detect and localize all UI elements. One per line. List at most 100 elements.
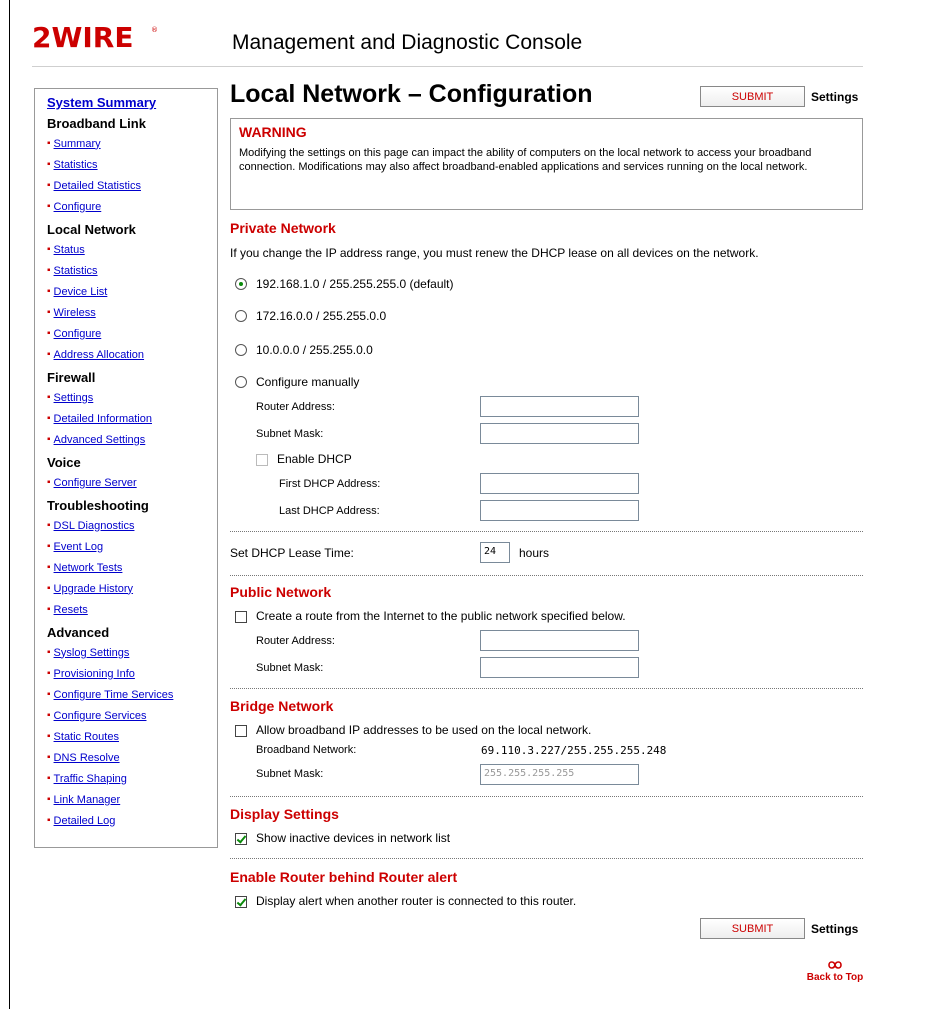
bullet-icon: ▪ xyxy=(47,413,51,424)
public-network-checkbox-label: Create a route from the Internet to the … xyxy=(256,609,626,623)
sidebar-section-title: Local Network xyxy=(47,222,136,237)
sidebar-link[interactable]: Statistics xyxy=(54,265,98,277)
bullet-icon: ▪ xyxy=(47,265,51,276)
bullet-icon: ▪ xyxy=(47,328,51,339)
bullet-icon: ▪ xyxy=(47,349,51,360)
first-dhcp-input[interactable] xyxy=(480,473,639,494)
bullet-icon: ▪ xyxy=(47,392,51,403)
radio-label-192-168-1-0: 192.168.1.0 / 255.255.255.0 (default) xyxy=(256,277,454,291)
router-address-input[interactable] xyxy=(480,396,639,417)
sidebar-link[interactable]: Link Manager xyxy=(54,794,121,806)
sidebar-item: ▪ Address Allocation xyxy=(47,344,217,365)
svg-text:2WIRE: 2WIRE xyxy=(32,22,133,52)
bridge-network-checkbox[interactable] xyxy=(235,725,247,737)
sidebar-link[interactable]: Wireless xyxy=(54,307,96,319)
sidebar-item: ▪ DSL Diagnostics xyxy=(47,515,217,536)
back-to-top-link[interactable]: Back to Top xyxy=(806,960,864,983)
section-divider xyxy=(230,575,863,576)
first-dhcp-label: First DHCP Address: xyxy=(279,478,381,490)
sidebar-link[interactable]: Upgrade History xyxy=(54,583,133,595)
sidebar-link[interactable]: Settings xyxy=(54,392,94,404)
public-subnet-mask-label: Subnet Mask: xyxy=(256,662,324,674)
section-divider xyxy=(230,688,863,689)
warning-text: Modifying the settings on this page can … xyxy=(239,147,812,173)
dhcp-lease-input[interactable]: 24 xyxy=(480,542,510,563)
sidebar-item: ▪ Configure xyxy=(47,323,217,344)
sidebar-link[interactable]: Network Tests xyxy=(54,562,123,574)
header-divider xyxy=(32,66,863,67)
subnet-mask-input[interactable] xyxy=(480,423,639,444)
sidebar-link[interactable]: Detailed Information xyxy=(54,413,152,425)
sidebar-item: ▪ Static Routes xyxy=(47,726,217,747)
sidebar-link[interactable]: DNS Resolve xyxy=(54,752,120,764)
sidebar-link[interactable]: Provisioning Info xyxy=(54,668,135,680)
bullet-icon: ▪ xyxy=(47,794,51,805)
router-alert-checkbox[interactable] xyxy=(235,896,247,908)
sidebar-link[interactable]: Traffic Shaping xyxy=(54,773,127,785)
sidebar-link[interactable]: Configure Time Services xyxy=(54,689,174,701)
bullet-icon: ▪ xyxy=(47,159,51,170)
public-subnet-mask-input[interactable] xyxy=(480,657,639,678)
radio-192-168-1-0[interactable] xyxy=(235,278,247,290)
enable-dhcp-checkbox[interactable] xyxy=(256,454,268,466)
dhcp-lease-label: Set DHCP Lease Time: xyxy=(230,546,354,560)
bullet-icon: ▪ xyxy=(47,752,51,763)
sidebar-item: ▪ Configure Services xyxy=(47,705,217,726)
sidebar-item: ▪ Provisioning Info xyxy=(47,663,217,684)
sidebar-link[interactable]: Advanced Settings xyxy=(54,434,146,446)
sidebar-item: ▪ Syslog Settings xyxy=(47,642,217,663)
sidebar-item: ▪ Advanced Settings xyxy=(47,429,217,450)
sidebar-link[interactable]: Syslog Settings xyxy=(54,647,130,659)
radio-10-0-0-0[interactable] xyxy=(235,344,247,356)
show-inactive-devices-checkbox[interactable] xyxy=(235,833,247,845)
bullet-icon: ▪ xyxy=(47,773,51,784)
last-dhcp-label: Last DHCP Address: xyxy=(279,505,380,517)
sidebar-link[interactable]: Configure Server xyxy=(54,477,137,489)
sidebar-link[interactable]: Device List xyxy=(54,286,108,298)
submit-button-top[interactable]: SUBMIT xyxy=(700,86,805,107)
sidebar-link[interactable]: Summary xyxy=(54,138,101,150)
bullet-icon: ▪ xyxy=(47,562,51,573)
sidebar-link[interactable]: Configure xyxy=(54,328,102,340)
sidebar-link[interactable]: Configure xyxy=(54,201,102,213)
sidebar-item: ▪ DNS Resolve xyxy=(47,747,217,768)
section-divider xyxy=(230,531,863,532)
bullet-icon: ▪ xyxy=(47,201,51,212)
sidebar-link[interactable]: Detailed Statistics xyxy=(54,180,141,192)
last-dhcp-input[interactable] xyxy=(480,500,639,521)
sidebar-link[interactable]: Address Allocation xyxy=(54,349,145,361)
bullet-icon: ▪ xyxy=(47,434,51,445)
sidebar-link-system-summary[interactable]: System Summary xyxy=(47,95,217,110)
bullet-icon: ▪ xyxy=(47,731,51,742)
display-settings-title: Display Settings xyxy=(230,806,339,822)
sidebar-link[interactable]: Resets xyxy=(54,604,88,616)
sidebar-item: ▪ Summary xyxy=(47,133,217,154)
radio-configure-manually[interactable] xyxy=(235,376,247,388)
submit-button-bottom[interactable]: SUBMIT xyxy=(700,918,805,939)
sidebar-item: ▪ Traffic Shaping xyxy=(47,768,217,789)
sidebar-item: ▪ Event Log xyxy=(47,536,217,557)
public-router-address-input[interactable] xyxy=(480,630,639,651)
page-title: Local Network – Configuration xyxy=(230,80,593,108)
sidebar-section-title: Broadband Link xyxy=(47,116,146,131)
sidebar-link[interactable]: Static Routes xyxy=(54,731,119,743)
bullet-icon: ▪ xyxy=(47,477,51,488)
sidebar-link[interactable]: DSL Diagnostics xyxy=(54,520,135,532)
sidebar-link[interactable]: Configure Services xyxy=(54,710,147,722)
sidebar-link[interactable]: Statistics xyxy=(54,159,98,171)
radio-172-16-0-0[interactable] xyxy=(235,310,247,322)
sidebar-item: ▪ Upgrade History xyxy=(47,578,217,599)
sidebar-item: ▪ Configure Server xyxy=(47,472,217,493)
dhcp-lease-unit: hours xyxy=(519,546,550,560)
router-alert-title: Enable Router behind Router alert xyxy=(230,869,458,885)
sidebar-item: ▪ Configure xyxy=(47,196,217,217)
public-network-checkbox[interactable] xyxy=(235,611,247,623)
sidebar-link[interactable]: Status xyxy=(54,244,85,256)
sidebar-section-title: Voice xyxy=(47,455,81,470)
sidebar-link[interactable]: Event Log xyxy=(54,541,104,553)
bullet-icon: ▪ xyxy=(47,244,51,255)
bridge-subnet-mask-input[interactable]: 255.255.255.255 xyxy=(480,764,639,785)
sidebar-link[interactable]: Detailed Log xyxy=(54,815,116,827)
bullet-icon: ▪ xyxy=(47,180,51,191)
sidebar-item: ▪ Resets xyxy=(47,599,217,620)
